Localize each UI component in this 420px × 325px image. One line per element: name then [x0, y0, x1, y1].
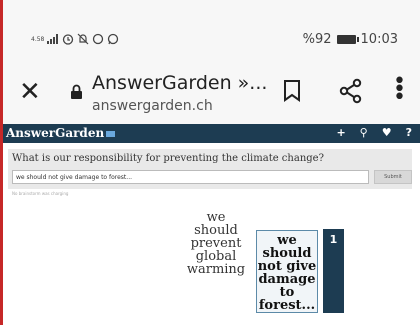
cloud-word[interactable]: we should prevent global warming — [180, 211, 252, 276]
selected-answer[interactable]: we should not give damage to forest... — [256, 230, 318, 313]
add-icon[interactable]: + — [336, 126, 345, 139]
status-bar: 4.58 %92 10:03 — [3, 0, 420, 66]
whatsapp-icon — [108, 33, 119, 45]
header-icons: + ⚲ ♥ ? — [336, 126, 412, 139]
cloud-word-line: warming — [186, 262, 246, 277]
signal-label: 4.58 — [31, 35, 45, 43]
signal-bars-icon — [47, 34, 59, 44]
clock: 10:03 — [360, 32, 398, 47]
bookmark-icon[interactable] — [283, 80, 301, 102]
page-url: answergarden.ch — [92, 98, 213, 114]
circle-icon — [93, 33, 104, 45]
page-title: AnswerGarden »... — [92, 72, 268, 94]
selected-answer-text: we should not give damage to forest... — [257, 234, 317, 312]
status-right: %92 10:03 — [303, 32, 398, 47]
mute-icon — [77, 33, 89, 45]
submit-button[interactable]: Submit — [374, 170, 412, 184]
more-options-icon[interactable]: • • • — [393, 71, 406, 109]
site-logo[interactable]: AnswerGarden — [6, 126, 116, 140]
search-icon[interactable]: ⚲ — [360, 126, 368, 139]
help-icon[interactable]: ? — [406, 126, 412, 139]
battery-icon — [336, 35, 359, 44]
answer-input[interactable]: we should not give damage to forest... — [12, 170, 369, 184]
share-icon[interactable] — [339, 78, 363, 104]
site-header: AnswerGarden + ⚲ ♥ ? — [3, 124, 420, 143]
lock-icon — [71, 84, 82, 99]
alarm-icon — [63, 34, 74, 45]
form-note: No brainstorm was charging — [12, 191, 69, 196]
battery-percent: %92 — [302, 32, 332, 47]
question-text: What is our responsibility for preventin… — [12, 153, 324, 164]
close-icon[interactable]: ✕ — [19, 77, 41, 107]
status-left: 4.58 — [31, 33, 119, 45]
question-panel: What is our responsibility for preventin… — [8, 149, 412, 189]
flag-icon — [106, 130, 116, 137]
answer-count-badge: 1 — [323, 229, 344, 313]
browser-toolbar: ✕ AnswerGarden »... answergarden.ch • • • — [3, 66, 420, 124]
logo-text: AnswerGarden — [6, 126, 105, 140]
selected-line: forest... — [258, 298, 316, 313]
heart-icon[interactable]: ♥ — [382, 126, 392, 139]
